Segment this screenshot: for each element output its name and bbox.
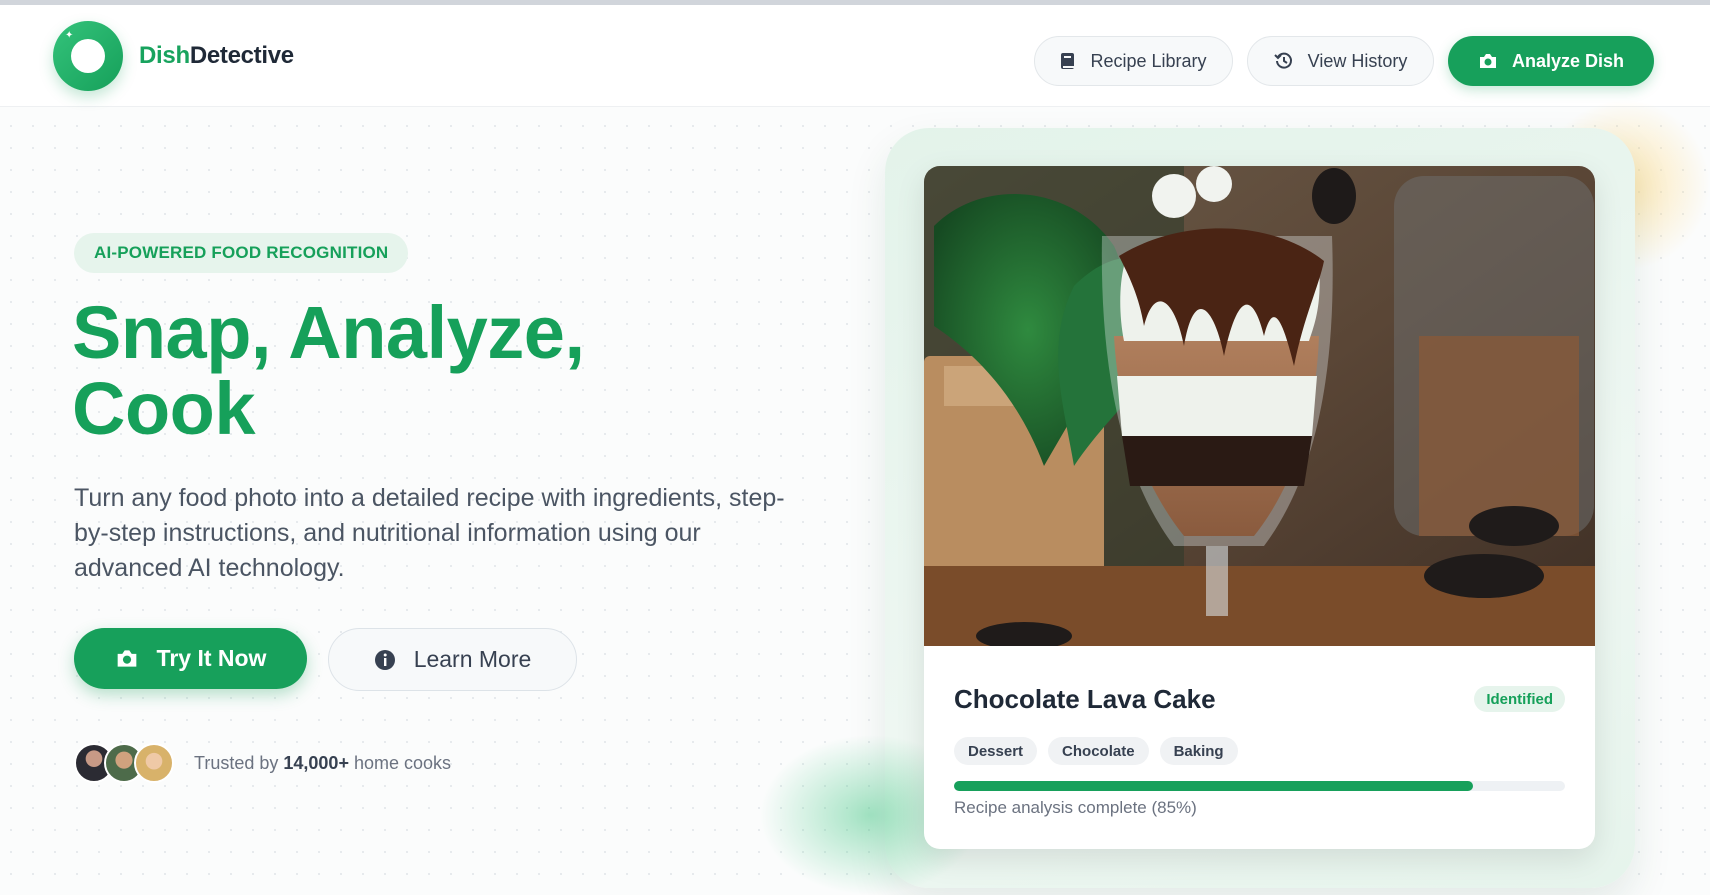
feature-badge: AI-POWERED FOOD RECOGNITION [74,233,409,273]
view-history-button[interactable]: View History [1247,36,1434,86]
learn-more-label: Learn More [413,646,532,672]
avatar-group [74,743,176,783]
book-icon [1060,52,1076,70]
hero-headline: Snap, Analyze, Cook [72,295,772,447]
view-history-label: View History [1307,50,1408,71]
analysis-progress-fill [954,781,1474,791]
recipe-result-card[interactable]: Chocolate Lava Cake Identified Dessert C… [924,166,1595,849]
tag-baking[interactable]: Baking [1159,737,1238,765]
recipe-library-label: Recipe Library [1090,50,1207,71]
dish-photo [924,166,1595,646]
info-icon [374,649,396,671]
trust-prefix: Trusted by [194,752,279,773]
lens-ring-icon: ✦ [53,21,123,91]
try-it-now-button[interactable]: Try It Now [74,628,307,689]
brand-name-part1: Dish [139,42,190,69]
status-badge: Identified [1474,686,1565,712]
hero-description: Turn any food photo into a detailed reci… [74,484,785,582]
brand-name: DishDetective [139,42,294,70]
brand-logo-link[interactable]: ✦ DishDetective [53,21,294,91]
social-proof: Trusted by 14,000+ home cooks [74,743,451,783]
dish-tags: Dessert Chocolate Baking [954,737,1249,765]
headline-line-2: Cook [72,367,256,450]
history-icon [1273,51,1294,71]
analyze-dish-button[interactable]: Analyze Dish [1448,36,1654,86]
trust-statement: Trusted by 14,000+ home cooks [194,753,451,774]
headline-line-1: Snap, Analyze, [72,291,585,374]
trust-suffix: home cooks [353,752,452,773]
avatar [134,743,174,783]
tag-dessert[interactable]: Dessert [954,737,1038,765]
camera-icon [1478,52,1498,70]
analyze-dish-label: Analyze Dish [1511,50,1625,71]
learn-more-button[interactable]: Learn More [328,628,577,691]
analysis-progress-bar [954,781,1565,791]
analysis-progress-label: Recipe analysis complete (85%) [954,798,1197,817]
site-header: ✦ DishDetective Recipe Library View Hist… [0,5,1710,107]
landing-page: ✦ DishDetective Recipe Library View Hist… [0,5,1710,895]
recipe-result-details: Chocolate Lava Cake Identified Dessert C… [924,646,1595,849]
trust-count: 14,000+ [283,752,349,773]
tag-chocolate[interactable]: Chocolate [1048,737,1149,765]
dish-name: Chocolate Lava Cake [954,684,1216,714]
try-it-now-label: Try It Now [156,645,267,671]
recipe-library-button[interactable]: Recipe Library [1034,36,1233,86]
brand-name-part2: Detective [189,42,294,69]
camera-icon [115,648,139,669]
